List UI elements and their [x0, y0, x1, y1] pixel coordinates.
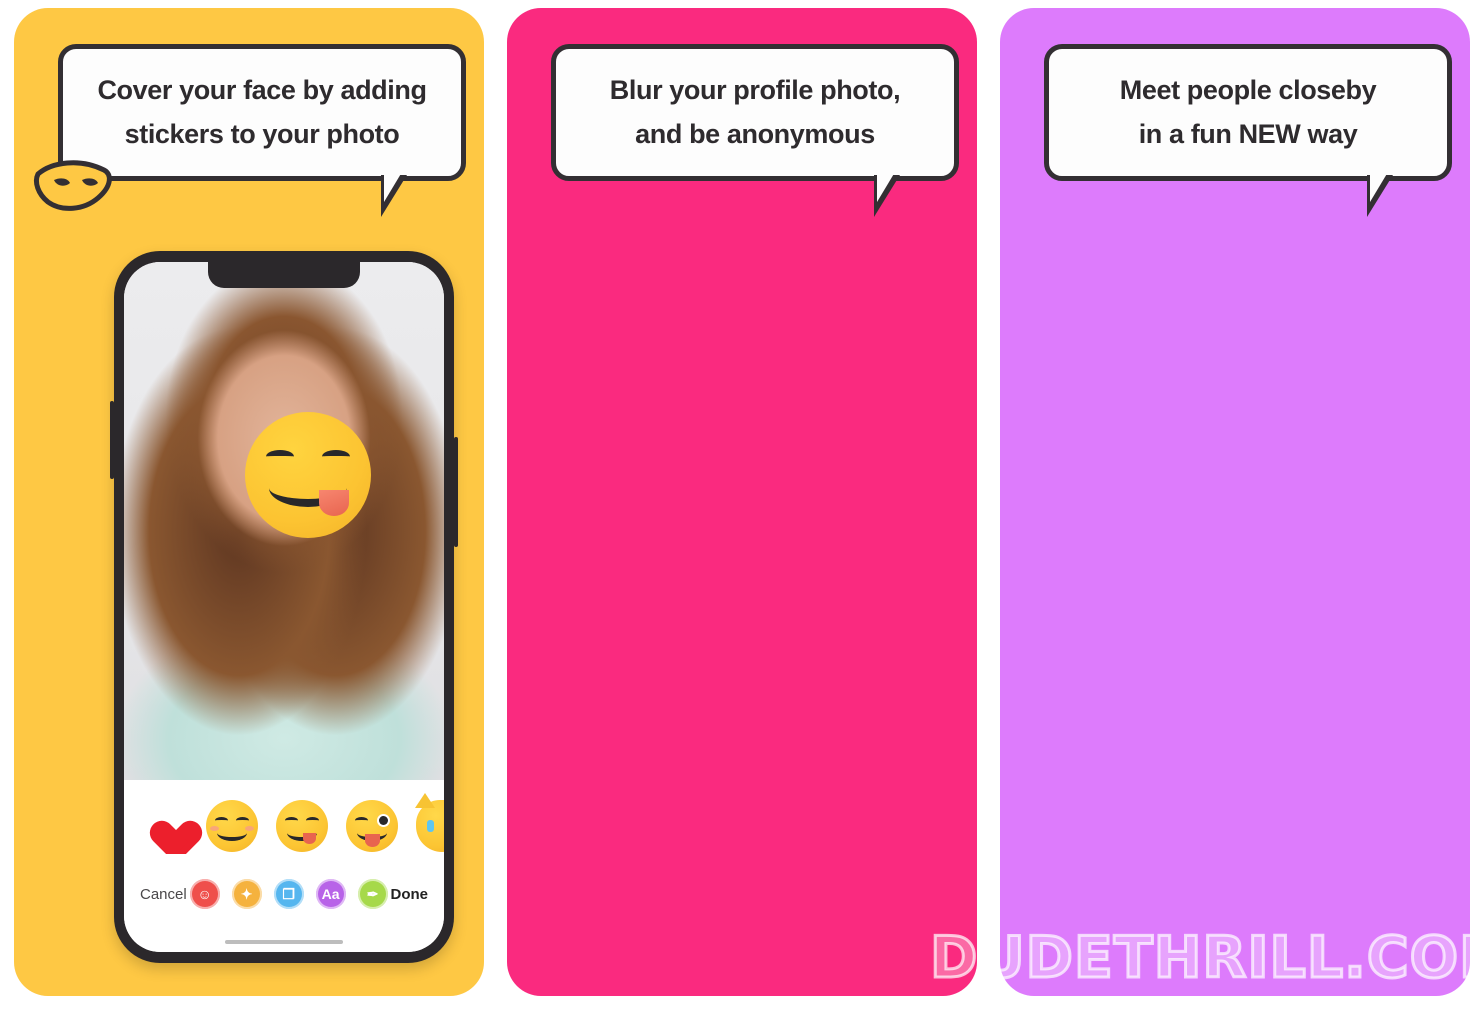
bubble-tail	[381, 172, 407, 218]
eye-left	[285, 817, 298, 824]
feature-panel-blur: Blur your profile photo, and be anonymou…	[507, 8, 977, 996]
mask-icon	[32, 156, 118, 223]
headline-line-2: in a fun NEW way	[1138, 118, 1358, 149]
bubble-tail	[874, 172, 900, 218]
eye-left	[215, 817, 228, 824]
headline-line-1: Blur your profile photo,	[609, 75, 901, 105]
cheek-left	[210, 826, 219, 831]
pupil-right	[379, 816, 388, 825]
cancel-button[interactable]: Cancel	[140, 886, 187, 903]
tongue	[365, 834, 380, 847]
screenshot-root: Cover your face by adding stickers to yo…	[0, 0, 1480, 1012]
sticker-option-winking-tongue-face[interactable]	[346, 800, 398, 852]
crop-tool-icon[interactable]: ❐	[273, 879, 304, 909]
feature-panel-meet: Meet people closeby in a fun NEW way 3:5…	[1000, 8, 1470, 996]
headline-line-1: Cover your face by adding	[97, 75, 427, 105]
sticker-tool-icon[interactable]: ☺	[189, 879, 220, 909]
draw-tool-icon[interactable]: ✒	[357, 879, 388, 909]
sticker-option-crying-cat[interactable]	[415, 793, 444, 852]
sticker-option-heart[interactable]	[142, 805, 188, 847]
tongue	[303, 833, 316, 844]
eye-right	[306, 817, 319, 824]
cheek-right	[245, 826, 254, 831]
sticker-option-smiling-face[interactable]	[206, 800, 258, 852]
mouth	[217, 825, 247, 841]
headline-bubble-3: Meet people closeby in a fun NEW way	[1044, 44, 1452, 218]
headline-bubble-2: Blur your profile photo, and be anonymou…	[551, 44, 959, 218]
phone-mockup-1: Cancel ☺ ✦ ❐ Aa ✒ Done	[110, 251, 458, 963]
feature-panel-stickers: Cover your face by adding stickers to yo…	[14, 8, 484, 996]
sticker-eye-right	[322, 450, 350, 463]
cat-ear-left	[415, 793, 435, 808]
eye-left-wink	[355, 817, 368, 824]
headline-line-1: Meet people closeby	[1119, 75, 1377, 105]
sticker-tongue	[319, 490, 349, 516]
phone-notch	[208, 262, 360, 288]
sticker-eye-left	[266, 450, 294, 463]
placed-sticker-yummy-face[interactable]	[245, 412, 371, 538]
bubble-tail	[1367, 172, 1393, 218]
photo-canvas[interactable]	[124, 262, 444, 780]
sticker-option-yummy-face[interactable]	[276, 800, 328, 852]
headline-bubble-1: Cover your face by adding stickers to yo…	[58, 44, 466, 218]
headline-line-2: stickers to your photo	[124, 118, 400, 149]
eye-right	[236, 817, 249, 824]
text-tool-icon[interactable]: Aa	[315, 879, 346, 909]
cat-tear	[427, 820, 434, 832]
done-button[interactable]: Done	[390, 886, 428, 903]
editor-toolbar-1: Cancel ☺ ✦ ❐ Aa ✒ Done	[124, 854, 444, 952]
home-indicator	[225, 940, 343, 944]
headline-line-2: and be anonymous	[635, 118, 875, 149]
phone-1-screen: Cancel ☺ ✦ ❐ Aa ✒ Done	[124, 262, 444, 952]
magic-wand-tool-icon[interactable]: ✦	[231, 879, 262, 909]
editor-tool-row: ☺ ✦ ❐ Aa ✒	[189, 879, 388, 909]
